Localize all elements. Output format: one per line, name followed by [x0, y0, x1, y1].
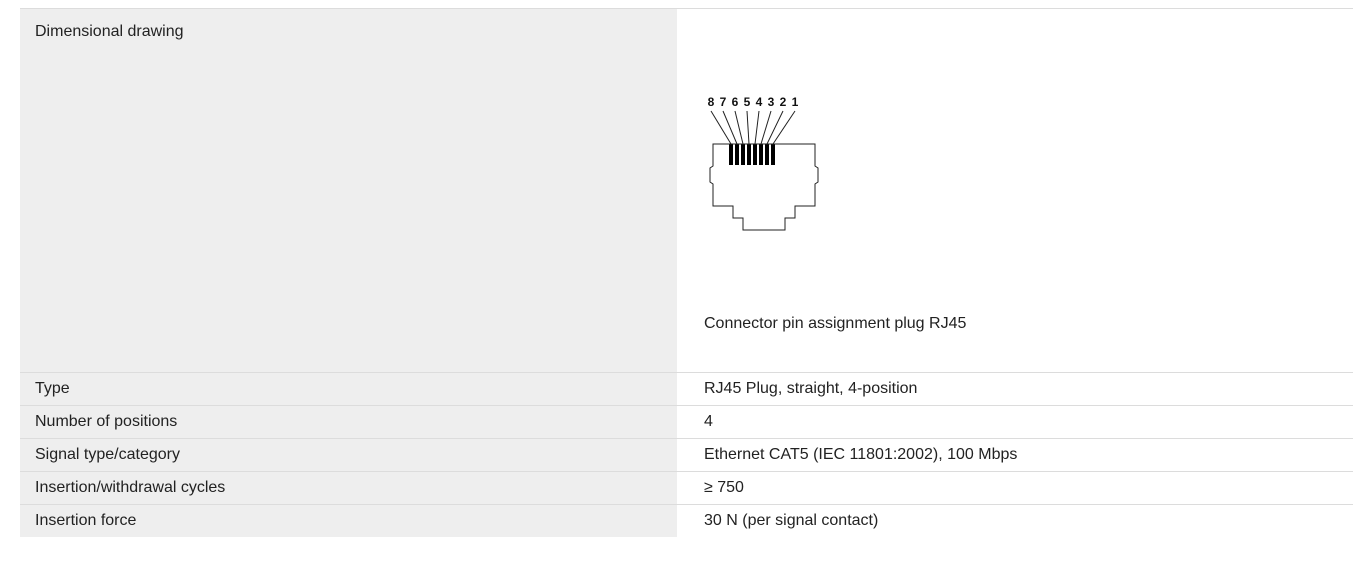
pin-number-8: 8	[708, 95, 715, 109]
pin-number-7: 7	[720, 95, 727, 109]
pin-number-5: 5	[744, 95, 751, 109]
spec-table: Dimensional drawing 8 7 6 5 4 3 2 1 Conn…	[20, 8, 1353, 537]
pin-number-6: 6	[732, 95, 739, 109]
pin-number-labels: 8 7 6 5 4 3 2 1	[708, 95, 799, 109]
plug-outline	[709, 143, 819, 231]
spec-value: ≥ 750	[677, 472, 1353, 504]
spec-label: Number of positions	[20, 406, 677, 438]
drawing-caption: Connector pin assignment plug RJ45	[704, 315, 967, 332]
rj45-plug-drawing: 8 7 6 5 4 3 2 1	[708, 95, 819, 231]
spec-label: Type	[20, 373, 677, 405]
dimensional-drawing-row: Dimensional drawing 8 7 6 5 4 3 2 1 Conn…	[20, 9, 1353, 373]
spec-row-type: Type RJ45 Plug, straight, 4-position	[20, 373, 1353, 406]
spec-label: Insertion/withdrawal cycles	[20, 472, 677, 504]
pin-contacts	[729, 144, 775, 165]
spec-row-number-of-positions: Number of positions 4	[20, 406, 1353, 439]
spec-row-insertion-force: Insertion force 30 N (per signal contact…	[20, 505, 1353, 537]
spec-value: 4	[677, 406, 1353, 438]
spec-row-signal-type: Signal type/category Ethernet CAT5 (IEC …	[20, 439, 1353, 472]
pin-number-1: 1	[792, 95, 799, 109]
pin-leader-lines	[710, 110, 796, 145]
dimensional-drawing-label: Dimensional drawing	[20, 9, 677, 372]
pin-number-2: 2	[780, 95, 787, 109]
spec-row-insertion-withdrawal-cycles: Insertion/withdrawal cycles ≥ 750	[20, 472, 1353, 505]
spec-label: Insertion force	[20, 505, 677, 537]
pin-number-3: 3	[768, 95, 775, 109]
pin-number-4: 4	[756, 95, 763, 109]
spec-label: Signal type/category	[20, 439, 677, 471]
spec-value: RJ45 Plug, straight, 4-position	[677, 373, 1353, 405]
spec-value: 30 N (per signal contact)	[677, 505, 1353, 537]
spec-value: Ethernet CAT5 (IEC 11801:2002), 100 Mbps	[677, 439, 1353, 471]
dimensional-drawing-cell: 8 7 6 5 4 3 2 1 Connector pin assignment…	[677, 9, 1353, 372]
